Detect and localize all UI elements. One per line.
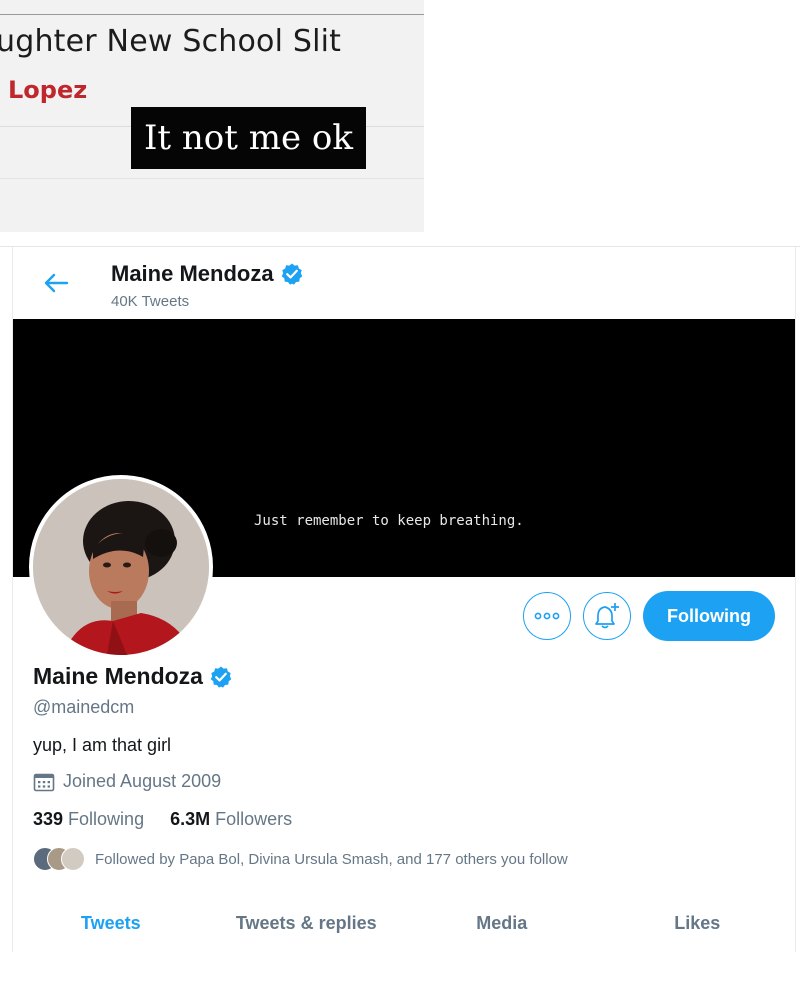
verified-badge-icon — [281, 263, 302, 285]
display-name-row: Maine Mendoza — [33, 663, 233, 690]
header-name: Maine Mendoza — [111, 261, 274, 286]
avatar — [61, 847, 85, 871]
profile-avatar[interactable] — [29, 475, 213, 659]
following-count: 339 — [33, 809, 64, 829]
joined-date: Joined August 2009 — [33, 771, 221, 792]
followers-count: 6.3M — [170, 809, 211, 829]
article-fragment: ughter New School Slit Lopez It not me o… — [0, 0, 424, 232]
profile-bio: yup, I am that girl — [33, 735, 172, 755]
tab-tweets-replies[interactable]: Tweets & replies — [209, 905, 405, 952]
display-name: Maine Mendoza — [33, 663, 203, 689]
calendar-icon — [33, 773, 55, 791]
joined-text: Joined August 2009 — [63, 771, 222, 791]
profile-tabs: Tweets Tweets & replies Media Likes — [13, 905, 795, 952]
divider — [0, 14, 424, 15]
following-stat[interactable]: 339 Following — [33, 809, 144, 830]
banner-text: Just remember to keep breathing. — [254, 513, 524, 529]
article-title: ughter New School Slit — [0, 24, 342, 59]
header-title: Maine Mendoza — [111, 261, 304, 287]
tweet-count: 40K Tweets — [111, 293, 190, 310]
profile-handle: @mainedcm — [33, 697, 135, 717]
profile-stats: 339 Following 6.3M Followers — [33, 809, 292, 830]
caption-overlay: It not me ok — [131, 107, 366, 169]
notifications-button[interactable] — [583, 592, 631, 640]
more-options-icon — [534, 612, 560, 620]
profile-actions: Following — [523, 591, 775, 641]
followed-by-text: Followed by Papa Bol, Divina Ursula Smas… — [95, 850, 568, 868]
followers-label: Followers — [215, 809, 293, 829]
followed-by[interactable]: Followed by Papa Bol, Divina Ursula Smas… — [33, 847, 568, 871]
tab-tweets[interactable]: Tweets — [13, 905, 209, 952]
followers-stat[interactable]: 6.3M Followers — [170, 809, 292, 830]
tab-likes[interactable]: Likes — [600, 905, 796, 952]
bell-plus-icon — [595, 603, 619, 629]
profile-page: Maine Mendoza 40K Tweets Just remember t… — [12, 247, 796, 952]
following-button[interactable]: Following — [643, 591, 775, 641]
verified-badge-icon — [210, 666, 232, 688]
divider — [0, 178, 424, 179]
tab-media[interactable]: Media — [404, 905, 600, 952]
avatar-photo — [33, 479, 209, 655]
back-arrow-icon[interactable] — [41, 271, 69, 295]
article-author: Lopez — [8, 76, 88, 104]
followers-you-know-avatars — [33, 847, 85, 871]
following-label: Following — [68, 809, 145, 829]
more-options-button[interactable] — [523, 592, 571, 640]
